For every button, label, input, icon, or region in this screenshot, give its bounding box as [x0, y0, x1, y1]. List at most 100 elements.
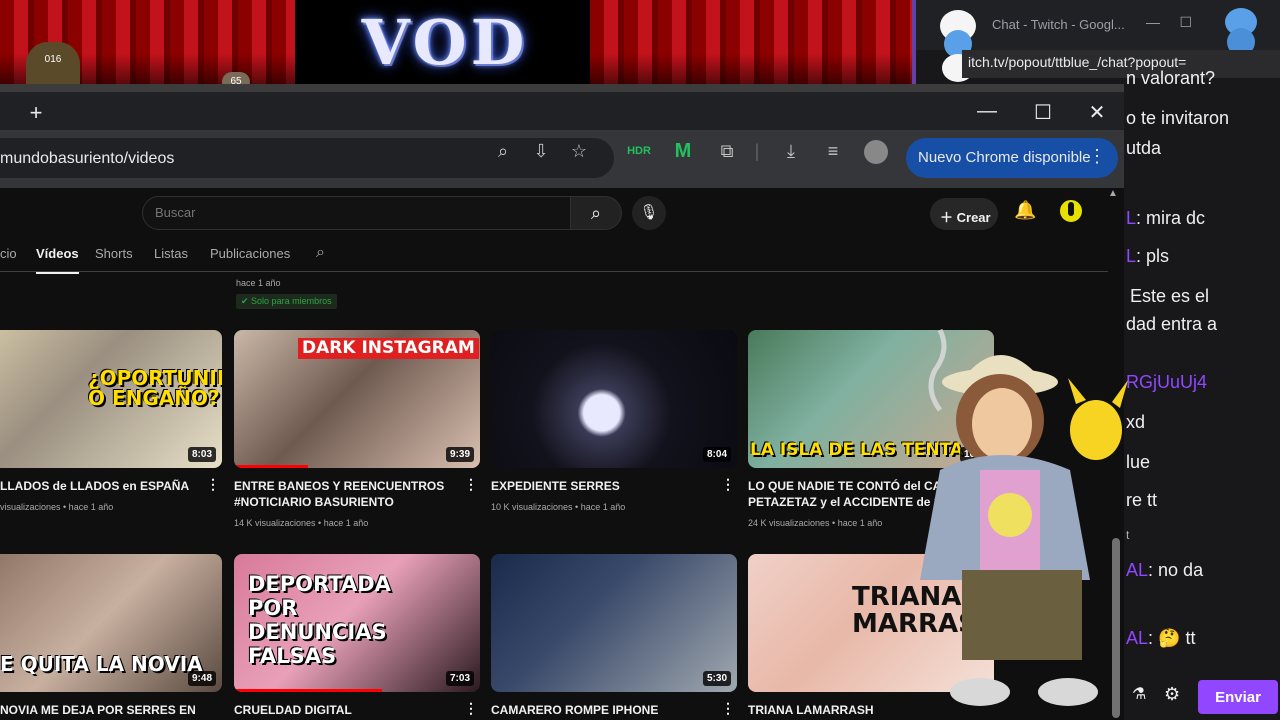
voice-search-button[interactable]: 🎙	[632, 196, 666, 230]
right-curtain	[590, 0, 912, 84]
tab-playlists[interactable]: Listas	[154, 246, 188, 261]
bookmark-star-icon[interactable]: ☆	[566, 138, 592, 164]
members-only-label: Solo para miembros	[251, 296, 332, 306]
extension-hdr-icon[interactable]: HDR	[626, 138, 652, 164]
plus-icon: ＋	[940, 210, 957, 225]
chrome-update-button[interactable]: Nuevo Chrome disponible ⋮	[906, 138, 1118, 178]
chat-message: o te invitaron	[1126, 108, 1229, 129]
gear-icon[interactable]: ⚙	[1164, 684, 1180, 705]
chat-titlebar: Chat - Twitch - Googl... — ☐	[916, 0, 1280, 82]
zoom-icon[interactable]: ⌕	[490, 138, 516, 164]
notifications-bell-icon[interactable]: 🔔	[1014, 200, 1036, 221]
video-menu-icon[interactable]: ⋮	[464, 700, 478, 717]
chat-text: : no da	[1148, 560, 1204, 580]
video-title[interactable]: LLADOS de LLADOS en ESPAÑA	[0, 478, 204, 494]
chat-message: n valorant?	[1126, 68, 1215, 89]
video-thumbnail[interactable]: DEPORTADA POR DENUNCIAS FALSAS 7:03	[234, 554, 480, 692]
install-app-icon[interactable]: ⇩	[528, 138, 554, 164]
chat-text: Este es el	[1130, 286, 1210, 306]
vod-logo: VOD	[361, 6, 529, 79]
small-badge: 65	[222, 72, 250, 84]
video-thumbnail[interactable]: DARK INSTAGRAM 9:39	[234, 330, 480, 468]
stream-overlay-banner: VOD 016 65	[0, 0, 912, 84]
members-only-badge: ✔ Solo para miembros	[236, 294, 337, 309]
maximize-icon[interactable]: ☐	[1028, 100, 1058, 125]
create-button[interactable]: ＋ Crear	[930, 198, 998, 230]
video-duration: 9:48	[187, 671, 216, 686]
thumbnail-caption: ¿OPORTUNIDAD O ENGAÑO?	[88, 366, 222, 410]
chat-message: L: pls	[1126, 246, 1169, 267]
watch-progress	[234, 689, 382, 692]
chat-messages: n valorant? o te invitaron utda L: mira …	[1126, 68, 1280, 680]
video-menu-icon[interactable]: ⋮	[721, 700, 735, 717]
user-avatar[interactable]	[1058, 198, 1084, 224]
video-meta: 10 K visualizaciones • hace 1 año	[491, 502, 626, 512]
previous-video-meta: hace 1 año	[236, 278, 281, 288]
search-icon: ⌕	[590, 203, 602, 223]
chat-url-bar[interactable]: itch.tv/popout/ttblue_/chat?popout=	[962, 50, 1280, 78]
tab-videos[interactable]: Vídeos	[36, 246, 79, 274]
chat-text: n valorant?	[1126, 68, 1216, 88]
video-meta: 24 K visualizaciones • hace 1 año	[748, 518, 883, 528]
chat-username[interactable]: L	[1126, 208, 1136, 228]
chat-text: : mira dc	[1136, 208, 1206, 228]
video-title[interactable]: ENTRE BANEOS Y REENCUENTROS #NOTICIARIO …	[234, 478, 460, 510]
chat-footer: ⚗ ⚙ Enviar	[1126, 676, 1280, 716]
send-button[interactable]: Enviar	[1198, 680, 1278, 714]
video-title[interactable]: CRUELDAD DIGITAL	[234, 702, 460, 718]
tab-home[interactable]: cio	[0, 246, 17, 261]
tab-shorts[interactable]: Shorts	[95, 246, 133, 261]
video-title[interactable]: NOVIA ME DEJA POR SERRES EN	[0, 702, 204, 718]
video-thumbnail[interactable]: E QUITA LA NOVIA 9:48	[0, 554, 222, 692]
scroll-up-arrow[interactable]: ▲	[1108, 188, 1118, 199]
chat-text: : pls	[1136, 246, 1170, 266]
video-thumbnail[interactable]: ¿OPORTUNIDAD O ENGAÑO? 8:03	[0, 330, 222, 468]
thumbnail-caption: E QUITA LA NOVIA	[0, 652, 203, 676]
create-label: Crear	[956, 210, 991, 225]
video-menu-icon[interactable]: ⋮	[206, 476, 220, 493]
media-queue-icon[interactable]: ≡	[820, 138, 846, 164]
new-tab-button[interactable]: +	[24, 102, 48, 126]
chat-username[interactable]: L	[1126, 246, 1136, 266]
address-text[interactable]: mundobasuriento/videos	[0, 150, 174, 168]
chat-text: : 🤔 tt	[1148, 628, 1196, 648]
watch-progress	[234, 465, 308, 468]
video-duration: 8:04	[702, 447, 731, 462]
extension-m-icon[interactable]: M	[670, 138, 696, 164]
video-menu-icon[interactable]: ⋮	[464, 476, 478, 493]
close-icon[interactable]: ✕	[1082, 100, 1112, 125]
extensions-puzzle-icon[interactable]: ⧉	[714, 138, 740, 164]
thumbnail-caption: DARK INSTAGRAM	[298, 338, 479, 359]
tab-posts[interactable]: Publicaciones	[210, 246, 290, 261]
thumbnail-caption: DEPORTADA POR DENUNCIAS FALSAS	[248, 572, 391, 669]
channel-search-icon[interactable]: ⌕	[316, 244, 325, 262]
minimize-icon[interactable]: —	[972, 100, 1002, 123]
address-bar[interactable]: mundobasuriento/videos	[0, 138, 614, 178]
tab-bar: + — ☐ ✕	[0, 84, 1124, 130]
search-button[interactable]: ⌕	[570, 196, 622, 230]
video-duration: 7:03	[445, 671, 474, 686]
chat-text: o te invitaron	[1126, 108, 1230, 128]
video-menu-icon[interactable]: ⋮	[721, 476, 735, 493]
video-duration: 5:30	[702, 671, 731, 686]
profile-avatar[interactable]	[864, 140, 888, 164]
download-icon[interactable]: ⤓	[778, 138, 804, 164]
cat-badge-label: 016	[44, 54, 62, 65]
chat-message: L: mira dc	[1126, 208, 1205, 229]
video-meta: visualizaciones • hace 1 año	[0, 502, 114, 512]
video-thumbnail[interactable]: 5:30	[491, 554, 737, 692]
streamer-character-illustration	[920, 328, 1128, 706]
more-menu-icon[interactable]: ⋮	[1088, 146, 1106, 167]
video-title[interactable]: CAMARERO ROMPE IPHONE	[491, 702, 717, 718]
cat-avatar: 016	[26, 42, 80, 84]
search-input[interactable]	[155, 205, 555, 220]
video-title[interactable]: EXPEDIENTE SERRES	[491, 478, 717, 494]
browser-toolbar: mundobasuriento/videos ⌕ ⇩ ☆ HDR M ⧉ | ⤓…	[0, 130, 1124, 188]
video-thumbnail[interactable]: 8:04	[491, 330, 737, 468]
chat-window-controls[interactable]: — ☐	[1146, 14, 1192, 31]
video-duration: 9:39	[445, 447, 474, 462]
video-duration: 8:03	[187, 447, 216, 462]
update-label: Nuevo Chrome disponible	[918, 149, 1091, 166]
video-meta: 14 K visualizaciones • hace 1 año	[234, 518, 369, 528]
search-box[interactable]	[142, 196, 572, 230]
